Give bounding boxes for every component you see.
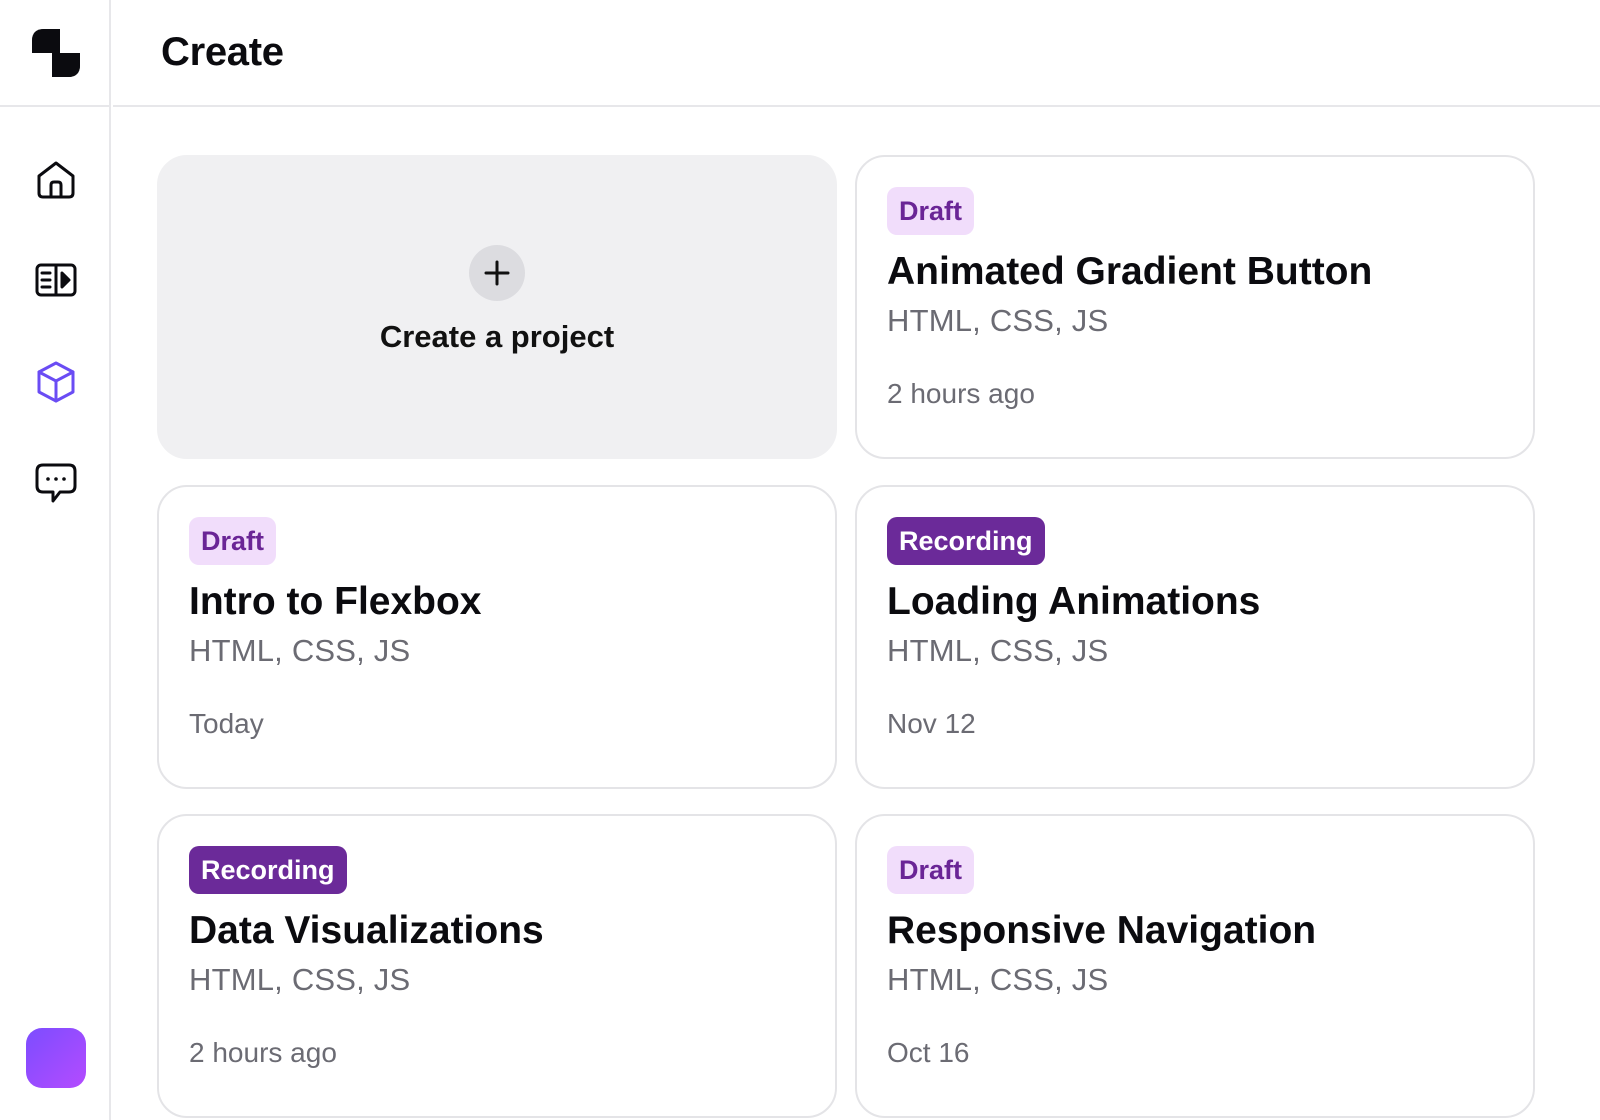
project-title: Loading Animations <box>887 580 1261 623</box>
project-title: Data Visualizations <box>189 909 544 952</box>
chat-bubble-icon <box>35 463 77 503</box>
cube-icon <box>37 361 75 403</box>
project-timestamp: Nov 12 <box>887 708 976 739</box>
project-tech: HTML, CSS, JS <box>189 633 411 668</box>
create-project-label: Create a project <box>379 319 615 354</box>
status-badge: Recording <box>887 517 1045 565</box>
project-title: Responsive Navigation <box>887 909 1317 952</box>
project-tech: HTML, CSS, JS <box>189 962 411 997</box>
project-title: Animated Gradient Button <box>887 250 1373 293</box>
project-card[interactable]: Recording Loading Animations HTML, CSS, … <box>855 485 1535 789</box>
sidebar-item-home[interactable] <box>28 152 84 208</box>
app-root: Create Create a project Draft Animated G… <box>0 0 1600 1120</box>
project-timestamp: 2 hours ago <box>189 1037 337 1068</box>
project-title: Intro to Flexbox <box>189 580 482 623</box>
project-tech: HTML, CSS, JS <box>887 962 1109 997</box>
sidebar-item-library[interactable] <box>28 252 84 308</box>
logo[interactable] <box>0 0 111 107</box>
create-project-card[interactable]: Create a project <box>157 155 837 459</box>
sidebar <box>0 0 111 1120</box>
user-avatar[interactable] <box>26 1028 86 1088</box>
plus-button[interactable] <box>469 245 525 301</box>
sidebar-item-messages[interactable] <box>28 455 84 511</box>
project-card[interactable]: Draft Animated Gradient Button HTML, CSS… <box>855 155 1535 459</box>
status-badge: Draft <box>189 517 277 565</box>
brand-logo-icon <box>31 28 80 77</box>
status-badge: Recording <box>189 846 347 894</box>
status-badge: Draft <box>887 187 975 235</box>
status-badge: Draft <box>887 846 975 894</box>
project-tech: HTML, CSS, JS <box>887 633 1109 668</box>
project-card[interactable]: Draft Intro to Flexbox HTML, CSS, JS Tod… <box>157 485 837 789</box>
project-tech: HTML, CSS, JS <box>887 303 1109 338</box>
page-header: Create <box>113 0 1600 107</box>
page-title: Create <box>161 30 284 74</box>
project-card[interactable]: Recording Data Visualizations HTML, CSS,… <box>157 814 837 1118</box>
project-timestamp: Today <box>189 708 264 739</box>
sidebar-item-create[interactable] <box>28 354 84 410</box>
project-card[interactable]: Draft Responsive Navigation HTML, CSS, J… <box>855 814 1535 1118</box>
project-timestamp: Oct 16 <box>887 1037 970 1068</box>
project-timestamp: 2 hours ago <box>887 378 1035 409</box>
plus-icon <box>484 260 510 286</box>
home-icon <box>37 161 75 199</box>
video-library-icon <box>35 263 77 297</box>
